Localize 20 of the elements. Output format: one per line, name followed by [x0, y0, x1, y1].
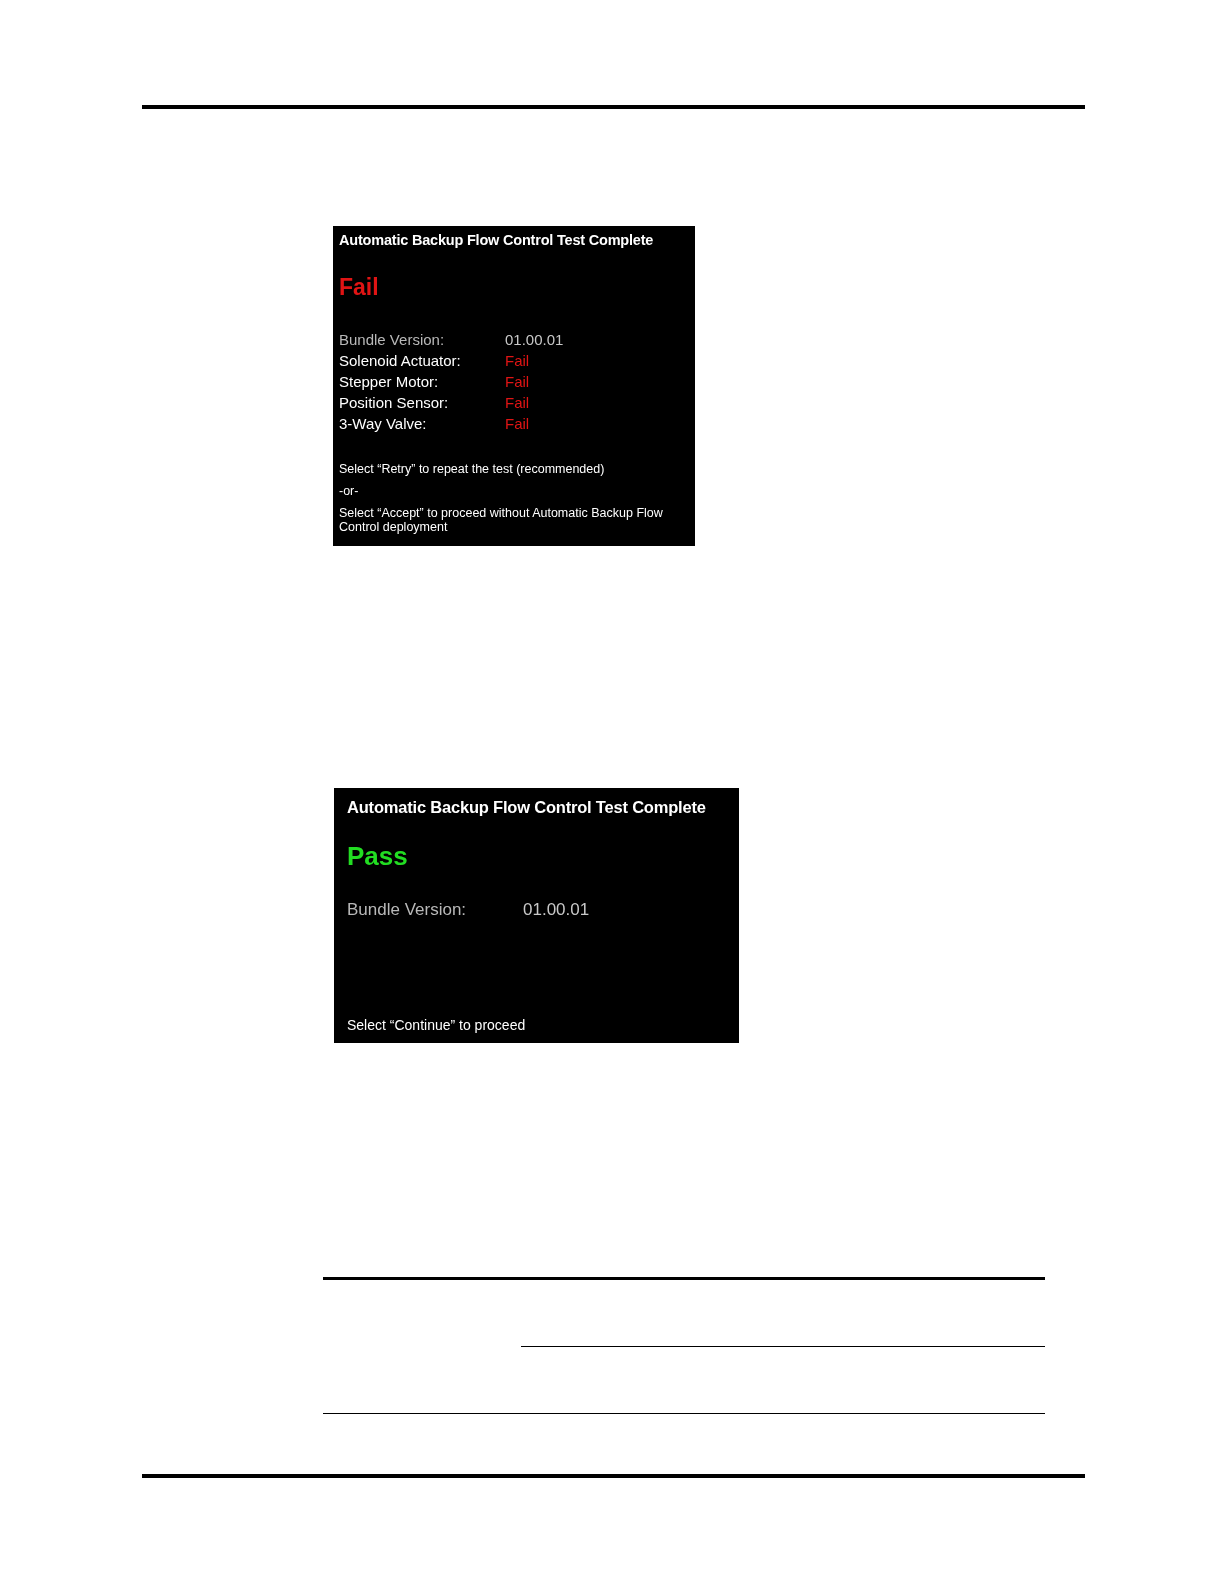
test-result: Pass: [347, 841, 408, 872]
field-value: Fail: [505, 352, 530, 369]
field-value: Fail: [505, 373, 530, 390]
field-label: Solenoid Actuator:: [339, 352, 461, 369]
screen-title: Automatic Backup Flow Control Test Complete: [339, 232, 655, 248]
field-label: 3-Way Valve:: [339, 415, 427, 432]
field-label: Bundle Version:: [347, 900, 467, 920]
instruction-text: Select “Retry” to repeat the test (recommended): [339, 462, 605, 476]
instruction-text: Select “Accept” to proceed without Automatic Backup Flow Control deployment: [339, 506, 664, 534]
instruction-text: Select “Continue” to proceed: [347, 1017, 526, 1033]
field-value: Fail: [505, 394, 530, 411]
test-result: Fail: [339, 274, 379, 301]
field-value: 01.00.01: [505, 331, 564, 348]
screen-title: Automatic Backup Flow Control Test Complete: [347, 798, 707, 817]
field-label: Position Sensor:: [339, 394, 449, 411]
field-label: Bundle Version:: [339, 331, 445, 348]
field-label: Stepper Motor:: [339, 373, 439, 390]
field-value: Fail: [505, 415, 530, 432]
instruction-text: -or-: [339, 484, 359, 498]
field-value: 01.00.01: [523, 900, 590, 920]
